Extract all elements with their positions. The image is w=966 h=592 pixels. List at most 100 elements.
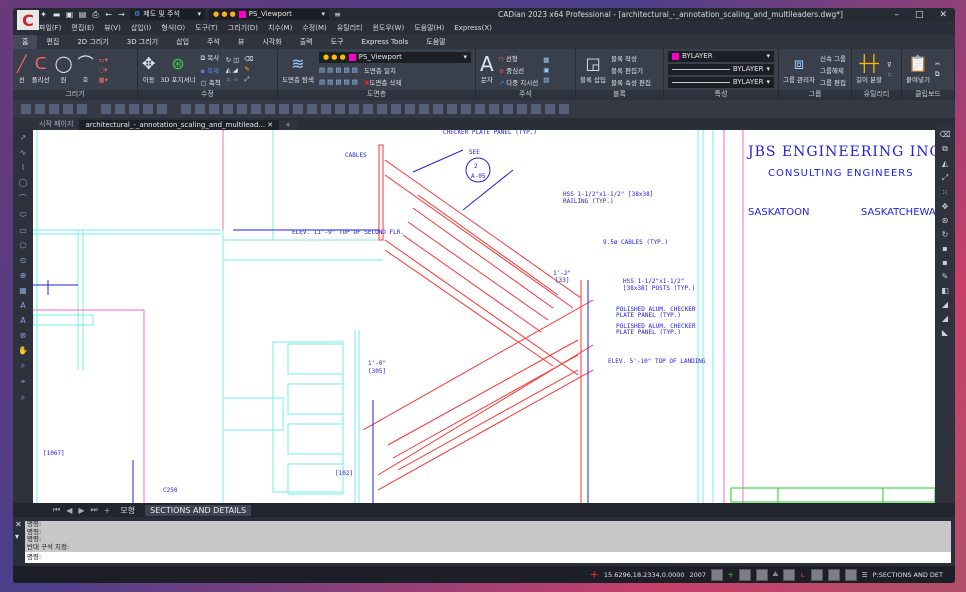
toolbar-button[interactable]	[49, 104, 59, 114]
toolbar-button[interactable]	[433, 104, 443, 114]
toolbar-button[interactable]	[223, 104, 233, 114]
array-icon[interactable]: ⁙ ⁘	[226, 76, 240, 84]
toolbar-button[interactable]	[21, 104, 31, 114]
right-tool-icon[interactable]: ⊛	[942, 216, 949, 225]
left-tool-icon[interactable]: ⊙	[20, 256, 27, 265]
toolbar-button[interactable]	[143, 104, 153, 114]
circle-button[interactable]: ◯ 원	[55, 55, 73, 85]
right-tool-icon[interactable]: ▪	[942, 244, 947, 253]
ribbon-tab[interactable]: 도움말	[417, 37, 454, 47]
grid-toggle[interactable]	[711, 568, 724, 581]
minimize-button[interactable]: –	[894, 10, 899, 20]
right-tool-icon[interactable]: ◭	[942, 159, 948, 168]
field-icon[interactable]: ▣	[543, 66, 549, 74]
left-tool-icon[interactable]: ↗	[20, 133, 27, 142]
left-tool-icon[interactable]: ✋	[18, 346, 28, 355]
new-tab-button[interactable]: +	[279, 120, 298, 130]
undo-icon[interactable]: ←	[104, 10, 113, 19]
menu-item[interactable]: Express(X)	[454, 24, 492, 32]
last-layout-button[interactable]: ⏭	[91, 505, 98, 515]
left-tool-icon[interactable]: ⊕	[20, 271, 27, 280]
fillet-icon[interactable]: ◭ ◢	[226, 66, 240, 74]
menu-item[interactable]: 윈도우(W)	[372, 23, 404, 33]
toolbar-button[interactable]	[349, 104, 359, 114]
layer-state-icon[interactable]: ≡	[333, 10, 342, 19]
close-tab-icon[interactable]: ✕	[267, 121, 273, 129]
left-tool-icon[interactable]: ⌕	[21, 361, 25, 371]
ortho-toggle[interactable]: ∟	[800, 571, 805, 579]
layer-tools-icon[interactable]: ▤ ▤ ▤ ▤ ▤	[319, 66, 358, 74]
mtext-icon[interactable]: ▤	[543, 76, 549, 84]
toolbar-button[interactable]	[237, 104, 247, 114]
ellipse-icon[interactable]: ◌▾	[99, 66, 108, 74]
tab-sections-and-details[interactable]: SECTIONS AND DETAILS	[145, 504, 252, 516]
toolbar-button[interactable]	[489, 104, 499, 114]
panel-label[interactable]: 유틸리티	[852, 90, 901, 99]
block-create-button[interactable]: 블록 작성	[611, 53, 651, 63]
toolbar-button[interactable]	[321, 104, 331, 114]
toolbar-button[interactable]	[157, 104, 167, 114]
mirror-button[interactable]: ▪ 복제	[201, 65, 221, 75]
explode-icon[interactable]: ✎	[244, 65, 253, 73]
right-tool-icon[interactable]: ◢	[942, 300, 948, 309]
right-tool-icon[interactable]: ⤢	[942, 173, 948, 183]
left-tool-icon[interactable]: ▭	[19, 226, 27, 235]
quick-select-icon[interactable]: ⁙	[887, 71, 892, 79]
osnap-toggle[interactable]	[755, 568, 768, 581]
left-tool-icon[interactable]: ⌒	[19, 193, 27, 204]
panel-label[interactable]: 주석	[476, 90, 575, 99]
next-layout-button[interactable]: ▶	[78, 506, 84, 515]
left-tool-icon[interactable]: A	[20, 316, 25, 325]
menu-item[interactable]: 도구(T)	[195, 23, 218, 33]
move-button[interactable]: ✥ 이동	[142, 55, 155, 85]
ribbon-layer-select[interactable]: ● ● ● PS_Viewport ▾	[318, 52, 471, 63]
toolbar-button[interactable]	[115, 104, 125, 114]
left-tool-icon[interactable]: ∿	[20, 148, 27, 157]
new-icon[interactable]: ✦	[39, 10, 48, 19]
toolbar-button[interactable]	[363, 104, 373, 114]
layer-tools-icon[interactable]: ▤ ▤ ▤ ▤ ▤	[319, 78, 358, 86]
group-edit-button[interactable]: 그룹 편집	[820, 77, 846, 87]
panel-label[interactable]: 수정	[138, 90, 277, 99]
right-tool-icon[interactable]: ◢	[942, 314, 948, 323]
line-button[interactable]: ╱ 선	[17, 55, 27, 85]
ribbon-tab[interactable]: Express Tools	[352, 38, 417, 46]
toolbar-button[interactable]	[405, 104, 415, 114]
toolbar-button[interactable]	[447, 104, 457, 114]
toolbar-button[interactable]	[545, 104, 555, 114]
text-button[interactable]: A 문자	[480, 54, 494, 84]
filter-icon[interactable]: ⊽	[887, 61, 892, 69]
toolbar-button[interactable]	[391, 104, 401, 114]
toolbar-button[interactable]	[307, 104, 317, 114]
panel-label[interactable]: 블록	[576, 90, 663, 99]
right-tool-icon[interactable]: ⧉	[942, 144, 948, 154]
left-tool-icon[interactable]: ⬭	[20, 210, 27, 220]
polar-toggle[interactable]: ⟁	[773, 570, 779, 579]
toolbar-button[interactable]	[195, 104, 205, 114]
ribbon-tab[interactable]: 3D 그리기	[118, 37, 167, 47]
menu-item[interactable]: 편집(E)	[71, 23, 94, 33]
divide-button[interactable]: ┼┼ 길이 분할	[856, 55, 882, 85]
toolbar-button[interactable]	[63, 104, 73, 114]
selection-toggle[interactable]	[827, 568, 840, 581]
panel-label[interactable]: 그리기	[13, 90, 137, 99]
menu-item[interactable]: 유틸리티	[337, 23, 363, 33]
group-manager-button[interactable]: ⧈ 그룹 관리자	[783, 55, 815, 85]
workspace-select[interactable]: ⚙ 제도 및 주석 ▾	[130, 9, 205, 20]
maximize-button[interactable]: □	[915, 10, 924, 20]
toolbar-button[interactable]	[77, 104, 87, 114]
linear-dim-button[interactable]: ⊓ 선형	[499, 53, 539, 63]
lock-toggle[interactable]	[738, 568, 751, 581]
lineweight-toggle[interactable]	[783, 568, 796, 581]
tab-start-page[interactable]: 시작 페이지	[33, 118, 80, 130]
ribbon-tab[interactable]: 출력	[291, 37, 322, 47]
ribbon-tab[interactable]: 편집	[37, 37, 68, 47]
tab-current-drawing[interactable]: architectural_-_annotation_scaling_and_m…	[79, 120, 280, 130]
toolbar-button[interactable]	[293, 104, 303, 114]
dynamic-input-toggle[interactable]	[810, 568, 823, 581]
toolbar-button[interactable]	[265, 104, 275, 114]
ribbon-tab[interactable]: 도구	[322, 37, 353, 47]
layer-match-button[interactable]: 도면층 일치	[364, 65, 396, 75]
ribbon-tab[interactable]: 홈	[13, 35, 38, 49]
polyline-button[interactable]: ᑕ 폴리선	[32, 55, 50, 85]
